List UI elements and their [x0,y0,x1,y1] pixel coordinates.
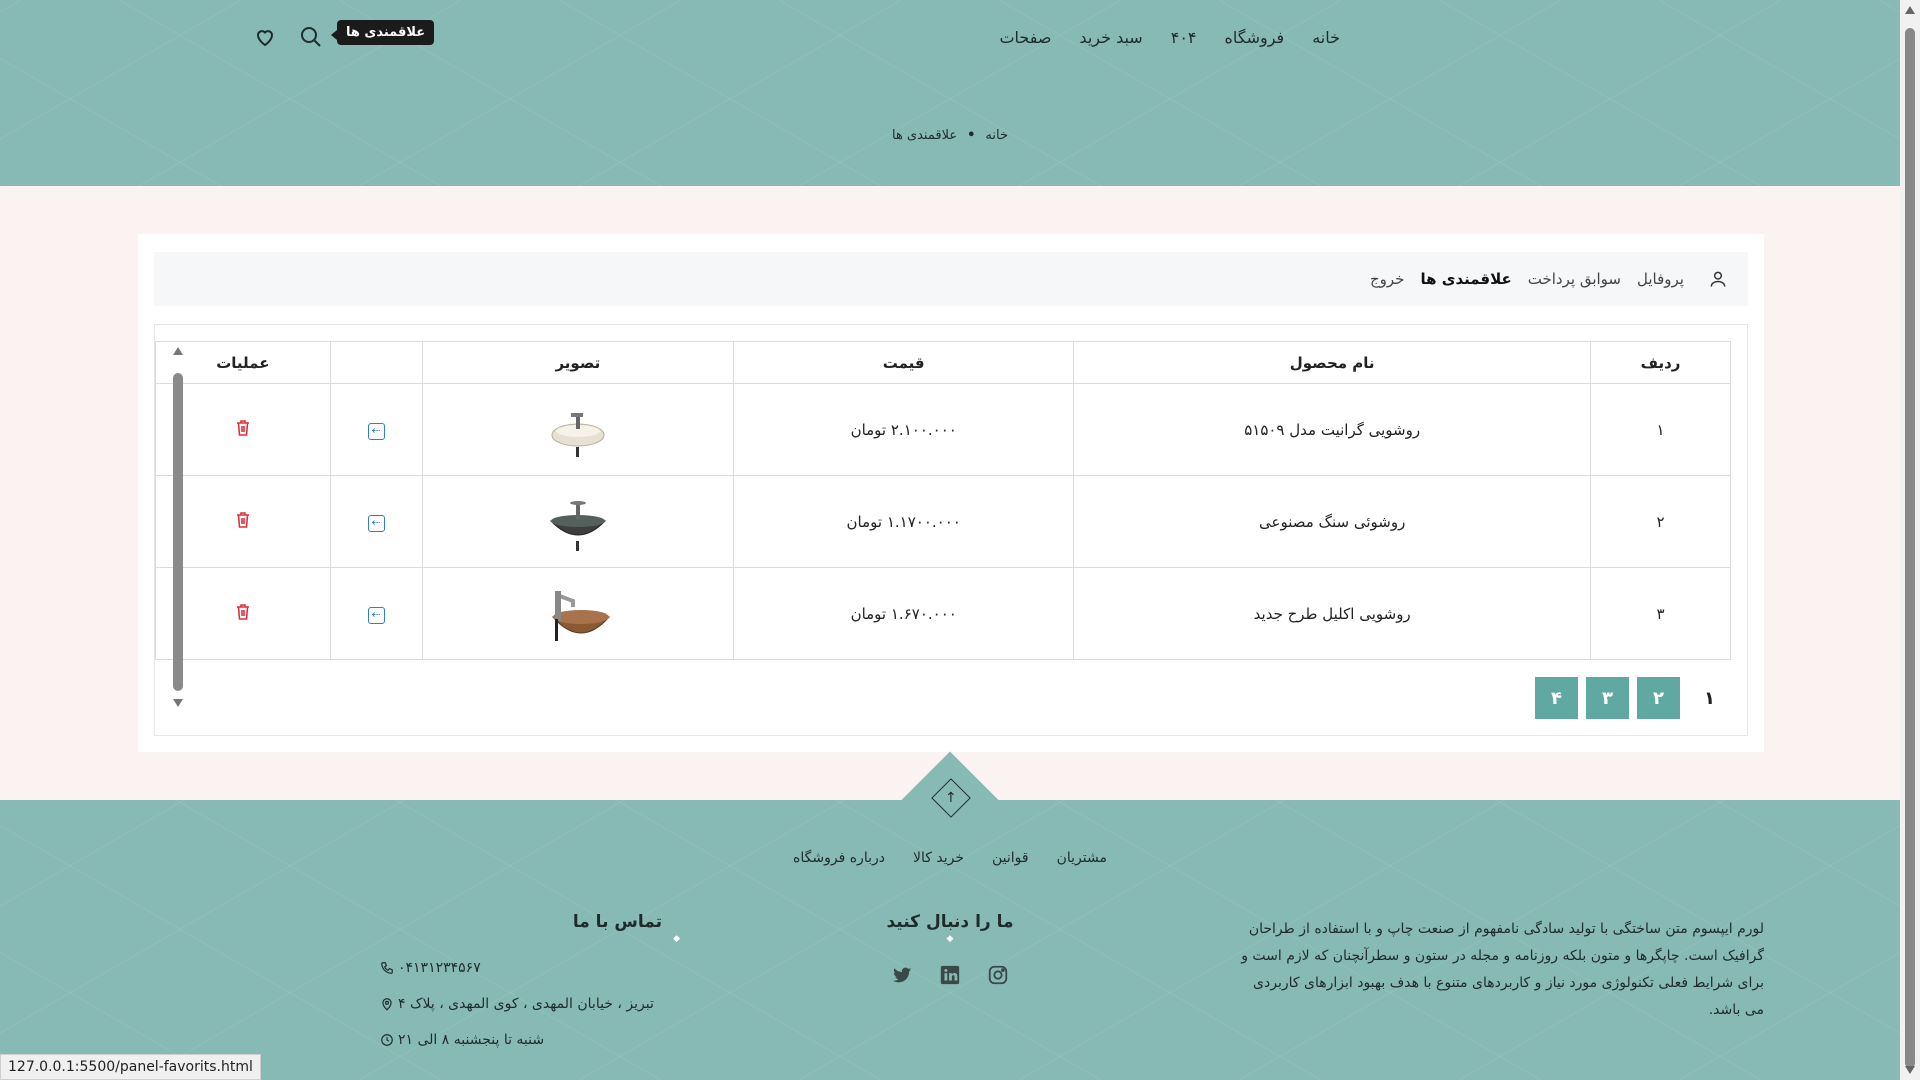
go-to-product-icon[interactable]: ⇠ [367,422,385,440]
page-2[interactable]: ۲ [1637,677,1680,719]
scroll-thumb[interactable] [173,373,183,691]
page-scroll-up[interactable] [1905,6,1915,14]
row-index: ۱ [1590,383,1731,476]
search-icon[interactable] [298,24,324,50]
header-hero: خانه فروشگاه ۴۰۴ سبد خرید صفحات علاقمندی… [0,0,1900,186]
table-header-row: ردیف نام محصول قیمت تصویر عملیات [155,341,1731,384]
go-to-product-cell: ⇠ [329,383,423,476]
nav-pages[interactable]: صفحات [999,28,1051,47]
footer-link-buy[interactable]: خرید کالا [913,850,964,866]
footer-links: مشتریان قوانین خرید کالا درباره فروشگاه [0,850,1900,866]
product-image-cell [421,383,735,476]
trash-icon[interactable] [236,419,250,440]
contact-address: تبریز ، خیابان المهدی ، کوی المهدی ، پلا… [398,996,654,1012]
nav-cart[interactable]: سبد خرید [1079,28,1142,47]
table-scrollbar[interactable] [173,347,183,707]
nav-shop[interactable]: فروشگاه [1225,28,1285,47]
main-nav: خانه فروشگاه ۴۰۴ سبد خرید صفحات [999,28,1340,47]
nav-404[interactable]: ۴۰۴ [1171,28,1197,47]
phone-icon [381,962,393,974]
status-bar-url: 127.0.0.1:5500/panel-favorits.html [0,1054,261,1080]
sink-image[interactable] [543,395,613,465]
footer-link-rules[interactable]: قوانین [992,850,1029,866]
go-to-product-icon[interactable]: ⇠ [367,606,385,624]
contact-title: تماس با ما [572,912,662,932]
heart-icon[interactable] [252,24,278,50]
col-name-header: نام محصول [1073,341,1592,384]
row-index: ۲ [1590,475,1731,568]
contact-phone[interactable]: ۰۴۱۳۱۲۳۴۵۶۷ [398,960,481,976]
breadcrumb-home[interactable]: خانه [985,128,1008,143]
breadcrumb-current: علاقمندی ها [891,128,958,143]
col-price-header: قیمت [733,341,1075,384]
page-scroll-down[interactable] [1905,1066,1915,1074]
row-index: ۳ [1590,567,1731,660]
footer: ↑ مشتریان قوانین خرید کالا درباره فروشگا… [0,751,1900,1080]
trash-icon[interactable] [236,511,250,532]
product-image-cell [421,475,735,568]
twitter-icon[interactable] [891,964,913,986]
footer-link-about[interactable]: درباره فروشگاه [793,850,885,866]
follow-title: ما را دنبال کنید [886,912,1014,932]
page-scroll-thumb[interactable] [1905,28,1915,1068]
clock-icon [381,1034,393,1046]
diamond-divider-icon: ◆ [673,934,680,944]
tab-favorites[interactable]: علاقمندی ها [1420,270,1511,288]
tab-payment-history[interactable]: سوابق پرداخت [1528,270,1621,288]
contact-section: تماس با ما ◆ ۰۴۱۳۱۲۳۴۵۶۷ تبریز ، خیابان … [380,912,680,1048]
sink-image[interactable] [543,579,613,649]
favorites-table-wrapper: ردیف نام محصول قیمت تصویر عملیات ۱ روشوی… [154,324,1748,736]
scroll-down-arrow[interactable] [173,699,183,707]
contact-address-row: تبریز ، خیابان المهدی ، کوی المهدی ، پلا… [380,996,680,1012]
panel-tabs: پروفایل سوابق پرداخت علاقمندی ها خروج [154,252,1748,306]
table-row: ۲ روشوئی سنگ مصنوعی ۱.۱۷۰۰.۰۰۰ تومان ⇠ [155,475,1731,568]
nav-home[interactable]: خانه [1312,28,1340,47]
contact-hours: شنبه تا پنجشنبه ۸ الی ۲۱ [398,1032,545,1048]
contact-hours-row: شنبه تا پنجشنبه ۸ الی ۲۱ [380,1032,680,1048]
go-to-product-icon[interactable]: ⇠ [367,514,385,532]
pagination: ۱ ۲ ۳ ۴ [1535,677,1731,719]
product-name[interactable]: روشوئی سنگ مصنوعی [1073,475,1592,568]
go-to-product-cell: ⇠ [329,475,423,568]
page-4[interactable]: ۴ [1535,677,1578,719]
col-image-header: تصویر [421,341,735,384]
product-price: ۱.۶۷۰.۰۰۰ تومان [733,567,1075,660]
col-index-header: ردیف [1590,341,1731,384]
col-link-header [329,341,423,384]
favorites-table: ردیف نام محصول قیمت تصویر عملیات ۱ روشوی… [155,341,1731,660]
product-price: ۱.۱۷۰۰.۰۰۰ تومان [733,475,1075,568]
page-1[interactable]: ۱ [1688,677,1731,719]
go-to-product-cell: ⇠ [329,567,423,660]
instagram-icon[interactable] [987,964,1009,986]
trash-icon[interactable] [236,603,250,624]
sink-image[interactable] [543,487,613,557]
tab-logout[interactable]: خروج [1370,270,1404,288]
location-icon [382,998,392,1011]
product-name[interactable]: روشویی اکلیل طرح جدید [1073,567,1592,660]
product-price: ۲.۱۰۰.۰۰۰ تومان [733,383,1075,476]
tab-profile[interactable]: پروفایل [1637,270,1684,288]
scroll-up-arrow[interactable] [173,347,183,355]
follow-us-section: ما را دنبال کنید ◆ [870,912,1030,986]
user-icon [1710,271,1726,287]
favorites-tooltip: علاقمندی ها [330,20,435,45]
linkedin-icon[interactable] [939,964,961,986]
arrow-up-icon: ↑ [945,790,957,807]
page-3[interactable]: ۳ [1586,677,1629,719]
footer-about-text: لورم ایپسوم متن ساختگی با تولید سادگی نا… [1241,921,1764,1018]
page-scrollbar[interactable] [1900,0,1920,1080]
table-row: ۳ روشویی اکلیل طرح جدید ۱.۶۷۰.۰۰۰ تومان [155,567,1731,660]
breadcrumb-separator: • [967,128,976,143]
table-row: ۱ روشویی گرانیت مدل ۵۱۵۰۹ ۲.۱۰۰.۰۰۰ توما… [155,383,1731,476]
panel-card: پروفایل سوابق پرداخت علاقمندی ها خروج رد… [138,234,1764,752]
diamond-divider-icon: ◆ [946,934,954,944]
contact-phone-row: ۰۴۱۳۱۲۳۴۵۶۷ [380,960,680,976]
breadcrumb: خانه • علاقمندی ها [0,128,1900,143]
social-links [870,964,1030,986]
footer-link-customers[interactable]: مشتریان [1057,850,1107,866]
product-name[interactable]: روشویی گرانیت مدل ۵۱۵۰۹ [1073,383,1592,476]
header-icons [252,24,324,50]
product-image-cell [421,567,735,660]
